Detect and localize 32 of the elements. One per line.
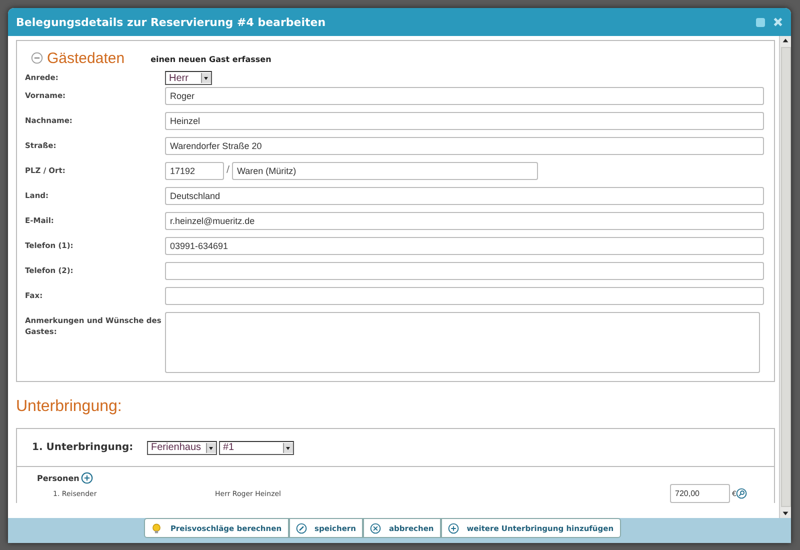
price-field[interactable]: 720,00 [670, 484, 730, 503]
maximize-button[interactable] [756, 18, 765, 26]
new-guest-link[interactable]: einen neuen Gast erfassen [150, 55, 272, 64]
input-field[interactable]: Deutschland [165, 187, 764, 205]
pencil-icon [296, 522, 307, 534]
add-icon [448, 522, 459, 534]
input-field[interactable]: Heinzel [165, 112, 764, 130]
input-field[interactable]: Warendorfer Straße 20 [165, 137, 764, 155]
add-icon[interactable] [81, 472, 94, 484]
close-icon [370, 522, 381, 534]
type-dropdown[interactable]: Ferienhaus [147, 440, 217, 454]
city-field[interactable]: Waren (Müritz) [232, 162, 538, 180]
input-field[interactable] [165, 262, 764, 280]
postcode-field[interactable]: 17192 [165, 162, 224, 180]
lightbulb-icon [151, 522, 162, 534]
close-icon[interactable] [773, 17, 783, 27]
salutation-dropdown[interactable]: Herr [165, 71, 212, 85]
input-field[interactable] [165, 287, 764, 305]
input-field[interactable]: 03991-634691 [165, 237, 764, 255]
collapse-icon[interactable] [31, 52, 43, 64]
search-icon[interactable] [736, 488, 748, 499]
scrollbar[interactable] [779, 36, 791, 518]
accommodation-label: 1. Unterbringung: [32, 442, 134, 453]
separator-text: / [225, 165, 231, 175]
section-heading: Gästedaten [47, 50, 125, 66]
section-heading: Unterbringung: [16, 398, 123, 416]
comments-field[interactable] [165, 312, 760, 373]
input-field[interactable]: Roger [165, 87, 764, 105]
window-title: Belegungsdetails zur Reservierung #4 bearbeiten [16, 16, 327, 28]
input-field[interactable]: r.heinzel@mueritz.de [165, 212, 764, 230]
unit-dropdown[interactable]: #1 [219, 440, 294, 454]
persons-label: Personen [37, 474, 80, 482]
